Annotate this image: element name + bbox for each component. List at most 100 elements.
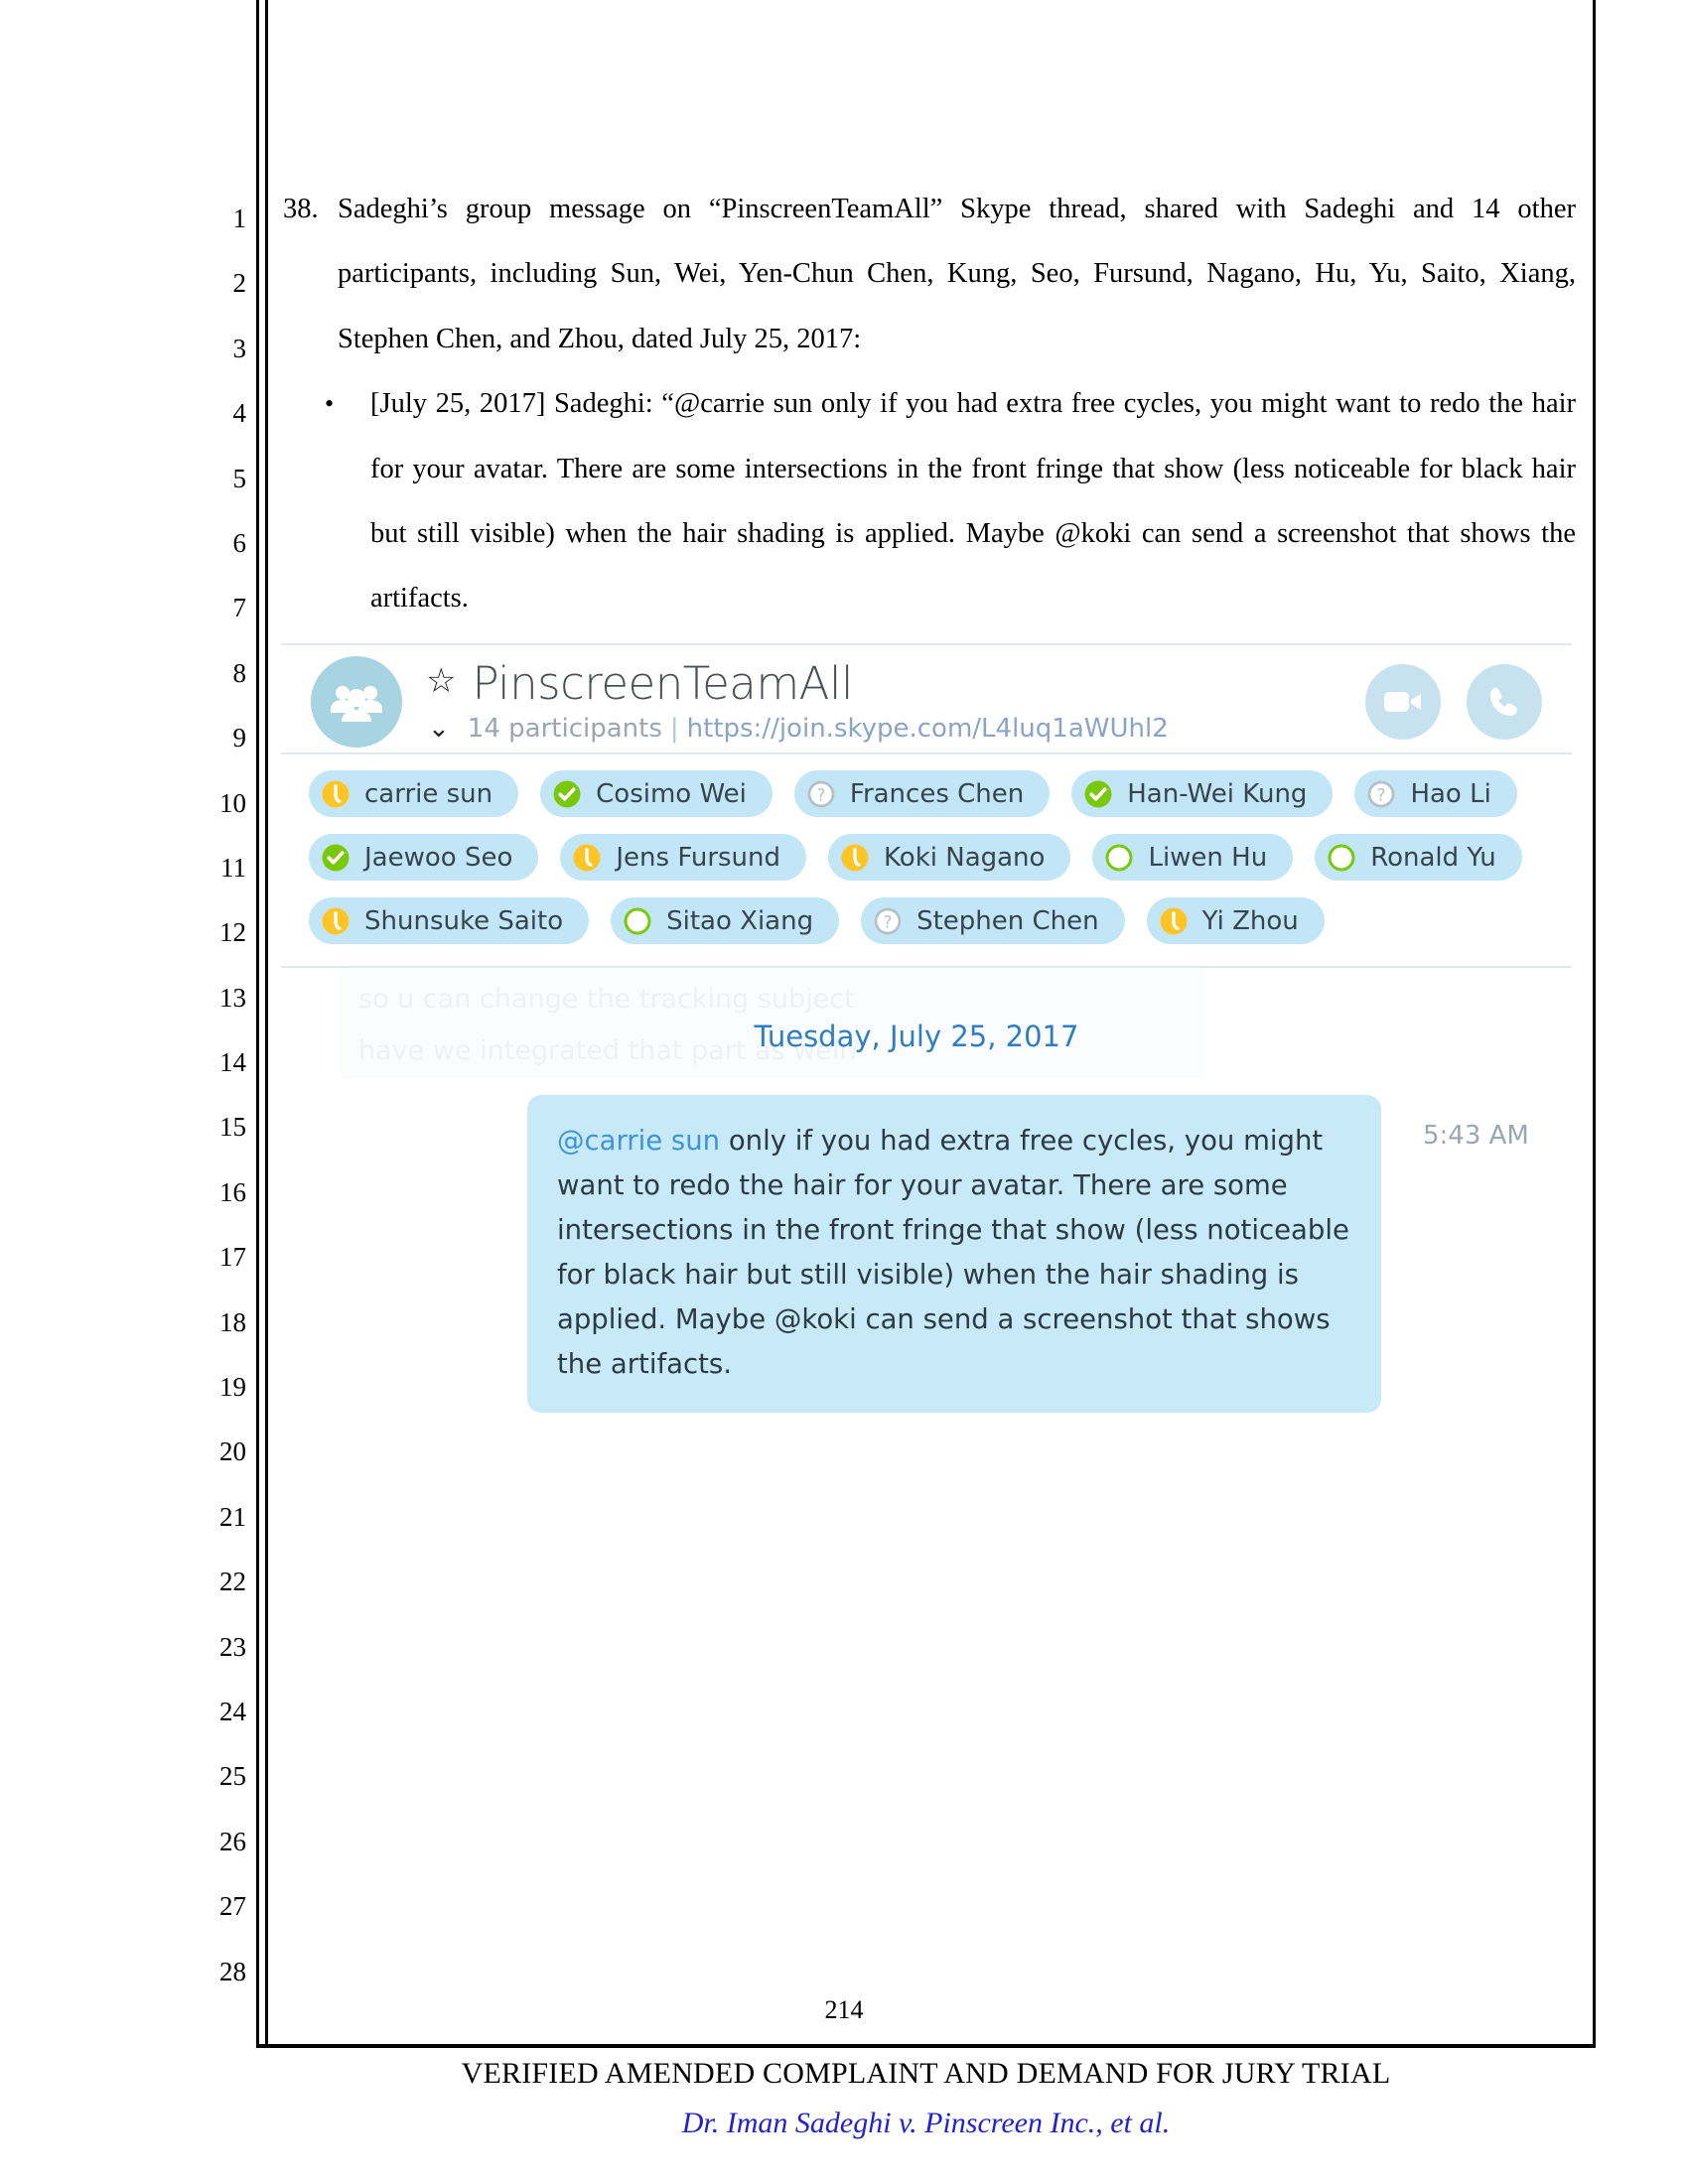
footer-rule (256, 2044, 1596, 2048)
participant-name: Liwen Hu (1148, 842, 1268, 873)
participant-chip[interactable]: Ronald Yu (1315, 834, 1522, 881)
status-away-icon (322, 780, 350, 807)
line-number: 7 (232, 593, 247, 623)
participant-chip[interactable]: Liwen Hu (1092, 834, 1294, 881)
line-number: 27 (219, 1891, 246, 1922)
status-online-icon (322, 844, 350, 871)
mention-carrie-sun[interactable]: @carrie sun (557, 1125, 720, 1157)
line-number: 13 (219, 982, 246, 1013)
line-number: 18 (219, 1306, 246, 1337)
line-number: 6 (232, 527, 247, 558)
line-number: 26 (219, 1826, 246, 1856)
participants-count: 14 participants (467, 713, 662, 744)
left-margin-rule-inner (265, 0, 268, 2045)
video-call-button[interactable] (1365, 664, 1441, 740)
join-link[interactable]: https://join.skype.com/L4luq1aWUhl2 (687, 714, 1169, 744)
participants-row: Shunsuke Saito Sitao Xiang? Stephen Chen Yi… (309, 897, 1544, 944)
header-text-block: ☆ PinscreenTeamAll ⌄ 14 participants | htt… (426, 657, 1345, 744)
left-margin-rule-outer (256, 0, 259, 2045)
message-bubble[interactable]: @carrie sun only if you had extra free c… (527, 1095, 1381, 1413)
line-number: 20 (219, 1436, 246, 1467)
line-number: 3 (232, 333, 247, 363)
participant-name: Frances Chen (849, 778, 1025, 809)
paragraph-38-text: Sadeghi’s group message on “PinscreenTea… (338, 194, 1576, 354)
participant-chip[interactable]: Jens Fursund (560, 834, 807, 881)
line-number: 19 (219, 1372, 246, 1403)
line-number: 1 (232, 204, 247, 233)
line-number: 21 (219, 1501, 246, 1532)
participant-name: Jens Fursund (616, 842, 781, 873)
participant-name: Ronald Yu (1370, 842, 1496, 873)
pleading-page: 1 2 3 4 5 6 7 8 9 10 11 12 13 14 15 16 17 18 19 20 21 22 23 24 2… (0, 0, 1688, 2184)
line-number: 8 (232, 657, 247, 688)
participant-chip[interactable]: Cosimo Wei (540, 770, 773, 817)
status-offline-icon (1105, 844, 1133, 871)
bullet-quote-text: [July 25, 2017] Sadeghi: “@carrie sun on… (370, 388, 1576, 614)
participant-name: carrie sun (364, 778, 493, 809)
separator-pipe: | (669, 713, 679, 744)
status-away-icon (322, 907, 350, 934)
participant-chip[interactable]: ? Frances Chen (793, 770, 1051, 817)
participant-chip[interactable]: carrie sun (309, 770, 519, 817)
chevron-down-icon[interactable]: ⌄ (428, 715, 450, 742)
right-margin-rule (1593, 0, 1596, 2045)
audio-call-button[interactable] (1467, 664, 1542, 740)
status-unknown-icon: ? (807, 780, 835, 807)
participant-name: Hao Li (1410, 778, 1491, 809)
line-number: 24 (219, 1696, 246, 1726)
participant-chip[interactable]: Jaewoo Seo (309, 834, 539, 881)
status-offline-icon (1328, 844, 1355, 871)
participant-name: Cosimo Wei (596, 778, 747, 809)
line-number: 5 (232, 463, 247, 493)
participant-chip[interactable]: Han-Wei Kung (1071, 770, 1334, 817)
line-number: 14 (219, 1047, 246, 1078)
status-unknown-icon: ? (1368, 780, 1395, 807)
line-number: 9 (232, 723, 247, 753)
message-row: @carrie sun only if you had extra free c… (309, 1095, 1544, 1413)
participant-name: Sitao Xiang (666, 905, 814, 936)
line-number: 11 (220, 852, 246, 883)
line-number: 4 (232, 398, 247, 429)
title-row: ☆ PinscreenTeamAll (426, 657, 1345, 711)
participant-name: Stephen Chen (916, 905, 1099, 936)
participants-chip-list: carrie sun Cosimo Wei? Frances Chen Han-Wei… (281, 754, 1572, 966)
participants-row: carrie sun Cosimo Wei? Frances Chen Han-Wei… (309, 770, 1544, 817)
status-away-icon (573, 844, 601, 871)
status-away-icon (1160, 907, 1188, 934)
line-number: 15 (219, 1112, 246, 1143)
page-number: 214 (824, 1995, 864, 2024)
svg-text:?: ? (884, 912, 893, 931)
status-away-icon (841, 844, 869, 871)
participant-name: Koki Nagano (884, 842, 1046, 873)
participant-name: Jaewoo Seo (364, 842, 513, 873)
participant-chip[interactable]: Sitao Xiang (611, 897, 840, 944)
participant-name: Han-Wei Kung (1127, 778, 1308, 809)
message-timestamp: 5:43 AM (1423, 1121, 1529, 1151)
line-number: 2 (232, 268, 247, 299)
participant-chip[interactable]: Shunsuke Saito (309, 897, 590, 944)
participant-chip[interactable]: ? Stephen Chen (861, 897, 1125, 944)
subtitle-row: ⌄ 14 participants | https://join.skype.com… (428, 714, 1345, 744)
page-content: 38. Sadeghi’s group message on “Pinscree… (283, 177, 1576, 631)
conversation-pane: so u can change the tracking subject hav… (281, 968, 1572, 1425)
svg-text:?: ? (1377, 785, 1386, 804)
participant-name: Shunsuke Saito (364, 905, 564, 936)
line-number: 10 (219, 787, 246, 818)
star-icon[interactable]: ☆ (426, 665, 456, 699)
group-title: PinscreenTeamAll (472, 657, 853, 711)
line-number: 12 (219, 917, 246, 948)
line-number-column: 1 2 3 4 5 6 7 8 9 10 11 12 13 14 15 16 17 18 19 20 21 22 23 24 2… (199, 187, 246, 2004)
paragraph-number: 38. (283, 194, 319, 224)
participant-chip[interactable]: Koki Nagano (828, 834, 1071, 881)
participant-chip[interactable]: ? Hao Li (1354, 770, 1517, 817)
header-action-buttons (1365, 664, 1542, 740)
line-number: 17 (219, 1242, 246, 1273)
participants-row: Jaewoo Seo Jens Fursund Koki Nagano Liwen H… (309, 834, 1544, 881)
line-number: 22 (219, 1567, 246, 1597)
message-body: only if you had extra free cycles, you m… (557, 1125, 1349, 1380)
participant-name: Yi Zhou (1201, 905, 1299, 936)
participant-chip[interactable]: Yi Zhou (1146, 897, 1325, 944)
skype-conversation-header: ☆ PinscreenTeamAll ⌄ 14 participants | htt… (281, 645, 1572, 752)
bullet-quote-item: • [July 25, 2017] Sadeghi: “@carrie sun … (283, 371, 1576, 631)
line-number: 16 (219, 1176, 246, 1207)
